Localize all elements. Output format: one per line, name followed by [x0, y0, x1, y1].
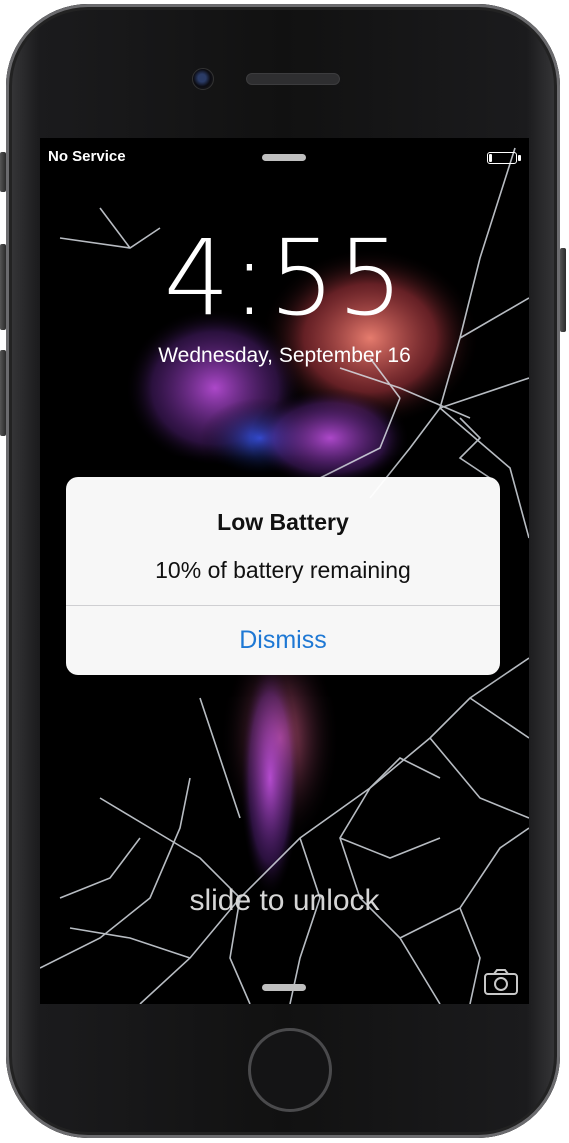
- control-center-grabber[interactable]: [262, 984, 306, 991]
- lock-date: Wednesday, September 16: [158, 344, 411, 367]
- volume-down-button[interactable]: [0, 350, 6, 436]
- low-battery-alert: Low Battery 10% of battery remaining Dis…: [66, 477, 500, 675]
- slide-to-unlock[interactable]: slide to unlock: [40, 884, 529, 918]
- notification-center-grabber[interactable]: [262, 154, 306, 161]
- earpiece-speaker: [246, 73, 340, 85]
- lock-screen[interactable]: No Service 4:55 Wednesday, September 16 …: [40, 138, 529, 1004]
- dismiss-button[interactable]: Dismiss: [66, 606, 500, 675]
- camera-icon[interactable]: [483, 968, 519, 996]
- carrier-label: No Service: [48, 148, 126, 165]
- alert-title: Low Battery: [217, 509, 349, 535]
- front-camera: [192, 68, 214, 90]
- battery-icon: [487, 152, 521, 164]
- home-button[interactable]: [248, 1028, 332, 1112]
- status-bar: No Service: [48, 148, 521, 168]
- mute-switch[interactable]: [0, 152, 6, 192]
- volume-up-button[interactable]: [0, 244, 6, 330]
- power-button[interactable]: [560, 248, 566, 332]
- alert-message: 10% of battery remaining: [155, 557, 411, 583]
- lock-clock: 4:55: [163, 217, 406, 339]
